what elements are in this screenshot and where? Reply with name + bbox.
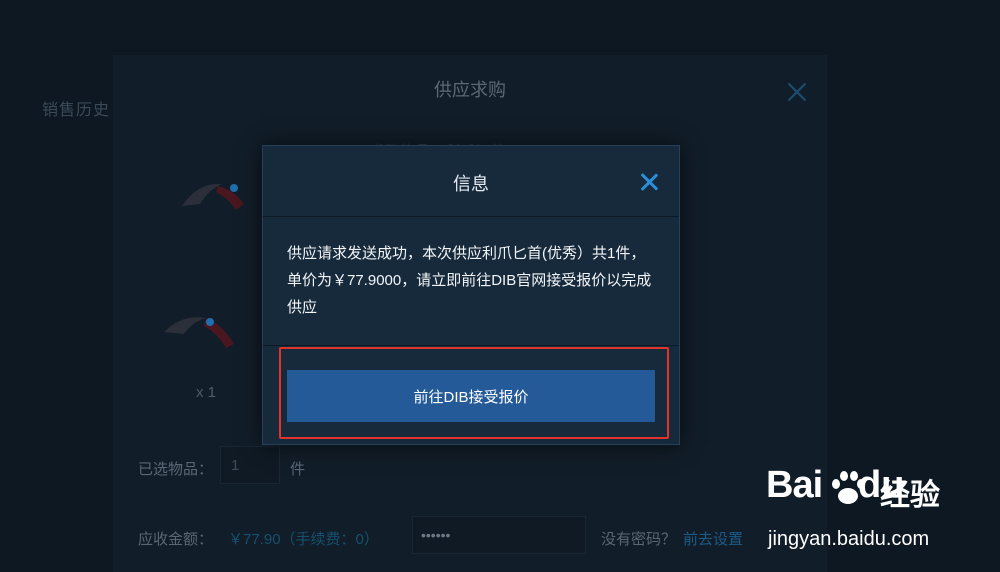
knife-item-image (178, 176, 258, 216)
dialog-message: 供应请求发送成功，本次供应利爪匕首(优秀）共1件，单价为￥77.9000，请立即… (287, 245, 652, 316)
highlight-annotation-box (279, 347, 669, 439)
knife-item-image (160, 310, 240, 350)
item-quantity: x 1 (196, 384, 217, 401)
no-password-text: 没有密码？ (601, 531, 677, 548)
amount-value: ￥77.90（手续费：0） (228, 531, 379, 548)
dialog-header: 信息 (263, 146, 679, 217)
watermark-jingyan: 经验 (880, 479, 940, 512)
selected-unit-label: 件 (290, 461, 306, 478)
watermark-url: jingyan.baidu.com (768, 528, 930, 550)
password-field[interactable]: •••••• (412, 516, 586, 554)
close-icon[interactable] (785, 80, 809, 104)
watermark-bai: Bai (766, 464, 823, 506)
selected-count-input[interactable]: 1 (220, 446, 280, 484)
close-icon[interactable] (639, 172, 659, 192)
dialog-title: 信息 (453, 174, 489, 194)
amount-label: 应收金额： (138, 531, 214, 548)
dialog-divider (263, 345, 679, 346)
go-set-password-link[interactable]: 前去设置 (683, 528, 743, 549)
selected-items-label: 已选物品： (138, 461, 214, 478)
sales-history-label: 销售历史 (42, 102, 111, 119)
supply-modal-title: 供应求购 (434, 80, 506, 100)
baidu-jingyan-watermark: Bai du 经验 jingyan.baidu.com (766, 464, 986, 554)
